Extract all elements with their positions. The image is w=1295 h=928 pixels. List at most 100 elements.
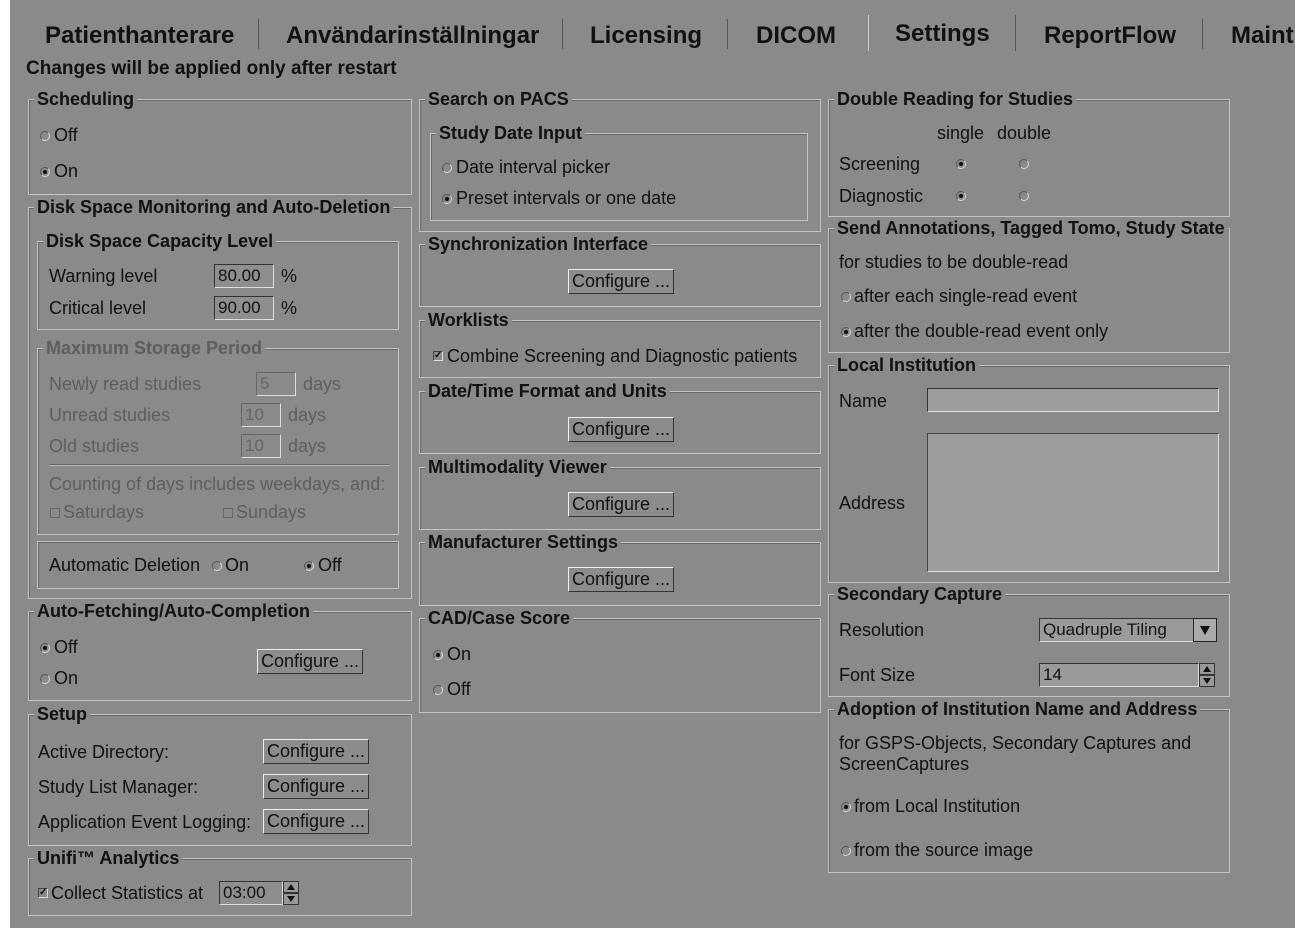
- group-title: Disk Space Monitoring and Auto-Deletion: [34, 197, 394, 217]
- manufacturer-group: Manufacturer Settings Configure ...: [419, 532, 821, 606]
- group-title: Manufacturer Settings: [425, 532, 622, 552]
- after-double-read-label: after the double-read event only: [854, 321, 1109, 341]
- tab-separator: [562, 19, 563, 49]
- font-size-input[interactable]: 14: [1039, 663, 1199, 687]
- time-spinner[interactable]: [283, 881, 299, 905]
- autofetch-configure-button[interactable]: Configure ...: [257, 649, 363, 674]
- screening-single-radio[interactable]: [956, 159, 966, 169]
- auto-deletion-on-label: On: [225, 555, 250, 575]
- group-title: Date/Time Format and Units: [425, 381, 670, 401]
- event-logging-configure-button[interactable]: Configure ...: [263, 809, 369, 834]
- percent-unit: %: [281, 298, 298, 318]
- capacity-level-group: Disk Space Capacity Level Warning level …: [37, 231, 399, 330]
- group-title: Unifi™ Analytics: [34, 848, 183, 868]
- auto-deletion-off-radio[interactable]: [304, 561, 314, 571]
- days-unit: days: [288, 436, 327, 456]
- local-institution-group: Local Institution Name Address: [828, 355, 1230, 583]
- from-source-image-radio[interactable]: [841, 846, 851, 856]
- warning-level-input[interactable]: 80.00: [214, 264, 274, 288]
- storage-period-group: Maximum Storage Period Newly read studie…: [37, 338, 399, 535]
- scheduling-on-radio[interactable]: [40, 167, 50, 177]
- percent-unit: %: [281, 266, 298, 286]
- cad-off-label: Off: [447, 679, 471, 699]
- collect-statistics-checkbox[interactable]: ✓: [38, 888, 48, 898]
- diagnostic-single-radio[interactable]: [956, 191, 966, 201]
- tab-anvandarinstallningar[interactable]: Användarinställningar: [286, 18, 539, 51]
- sync-configure-button[interactable]: Configure ...: [568, 269, 674, 294]
- group-title: Worklists: [425, 310, 512, 330]
- auto-deletion-off-label: Off: [318, 555, 342, 575]
- tab-reportflow[interactable]: ReportFlow: [1044, 18, 1176, 51]
- unread-input[interactable]: 10: [241, 403, 281, 427]
- date-picker-radio[interactable]: [442, 163, 452, 173]
- settings-window: Patienthanterare Användarinställningar L…: [10, 0, 1295, 928]
- group-title: Multimodality Viewer: [425, 457, 610, 477]
- group-title: Synchronization Interface: [425, 234, 652, 254]
- screening-double-radio[interactable]: [1019, 159, 1029, 169]
- unifi-analytics-group: Unifi™ Analytics ✓ Collect Statistics at…: [28, 848, 412, 916]
- multimodality-configure-button[interactable]: Configure ...: [568, 492, 674, 517]
- counting-days-label: Counting of days includes weekdays, and:: [49, 474, 386, 494]
- combine-patients-checkbox[interactable]: ✓: [433, 351, 443, 361]
- group-title: CAD/Case Score: [425, 608, 574, 628]
- tab-licensing[interactable]: Licensing: [590, 18, 702, 51]
- disk-space-group: Disk Space Monitoring and Auto-Deletion …: [28, 197, 412, 599]
- restart-notice: Changes will be applied only after resta…: [26, 58, 397, 79]
- auto-deletion-on-radio[interactable]: [212, 561, 222, 571]
- critical-level-input[interactable]: 90.00: [214, 296, 274, 320]
- diagnostic-label: Diagnostic: [839, 186, 924, 206]
- autofetch-on-radio[interactable]: [40, 674, 50, 684]
- after-double-read-radio[interactable]: [841, 327, 851, 337]
- tab-settings[interactable]: Settings: [868, 15, 1016, 51]
- group-title: Double Reading for Studies: [834, 89, 1077, 109]
- auto-fetching-group: Auto-Fetching/Auto-Completion Off On Con…: [28, 601, 412, 701]
- tab-patienthanterare[interactable]: Patienthanterare: [45, 18, 234, 51]
- group-title: Local Institution: [834, 355, 979, 375]
- scheduling-off-radio[interactable]: [40, 131, 50, 141]
- unread-label: Unread studies: [49, 405, 171, 425]
- active-directory-label: Active Directory:: [38, 742, 170, 762]
- diagnostic-double-radio[interactable]: [1019, 191, 1029, 201]
- tab-dicom[interactable]: DICOM: [756, 18, 836, 51]
- sundays-checkbox[interactable]: [223, 508, 233, 518]
- secondary-capture-group: Secondary Capture Resolution Quadruple T…: [828, 584, 1230, 697]
- single-column-label: single: [937, 123, 985, 143]
- institution-name-input[interactable]: [927, 388, 1219, 412]
- newly-read-input[interactable]: 5: [256, 372, 296, 396]
- resolution-label: Resolution: [839, 620, 925, 640]
- font-size-spinner[interactable]: [1199, 663, 1215, 687]
- double-column-label: double: [997, 123, 1052, 143]
- from-local-institution-radio[interactable]: [841, 802, 851, 812]
- datetime-configure-button[interactable]: Configure ...: [568, 417, 674, 442]
- autofetch-off-radio[interactable]: [40, 643, 50, 653]
- double-reading-group: Double Reading for Studies single double…: [828, 89, 1230, 217]
- manufacturer-configure-button[interactable]: Configure ...: [568, 567, 674, 592]
- saturdays-checkbox[interactable]: [50, 508, 60, 518]
- study-list-configure-button[interactable]: Configure ...: [263, 774, 369, 799]
- tab-separator: [258, 19, 259, 49]
- chevron-down-icon[interactable]: [1193, 618, 1217, 642]
- institution-name-label: Name: [839, 391, 888, 411]
- preset-intervals-radio[interactable]: [442, 194, 452, 204]
- cad-off-radio[interactable]: [433, 685, 443, 695]
- group-title: Setup: [34, 704, 91, 724]
- cad-on-radio[interactable]: [433, 650, 443, 660]
- after-each-single-radio[interactable]: [841, 292, 851, 302]
- auto-deletion-label: Automatic Deletion: [49, 555, 201, 575]
- divider: [49, 464, 389, 466]
- resolution-select[interactable]: Quadruple Tiling: [1039, 618, 1195, 642]
- tab-maint[interactable]: Maint: [1231, 18, 1294, 51]
- study-date-input-group: Study Date Input Date interval picker Pr…: [430, 123, 808, 221]
- worklists-group: Worklists ✓ Combine Screening and Diagno…: [419, 310, 821, 378]
- after-each-single-label: after each single-read event: [854, 286, 1078, 306]
- screening-label: Screening: [839, 154, 921, 174]
- active-directory-configure-button[interactable]: Configure ...: [263, 739, 369, 764]
- statistics-time-input[interactable]: 03:00: [219, 881, 283, 905]
- days-unit: days: [288, 405, 327, 425]
- combine-patients-label: Combine Screening and Diagnostic patient…: [447, 346, 798, 366]
- institution-address-textarea[interactable]: [927, 433, 1219, 572]
- preset-intervals-label: Preset intervals or one date: [456, 188, 677, 208]
- old-studies-input[interactable]: 10: [241, 434, 281, 458]
- newly-read-label: Newly read studies: [49, 374, 202, 394]
- warning-level-label: Warning level: [49, 266, 158, 286]
